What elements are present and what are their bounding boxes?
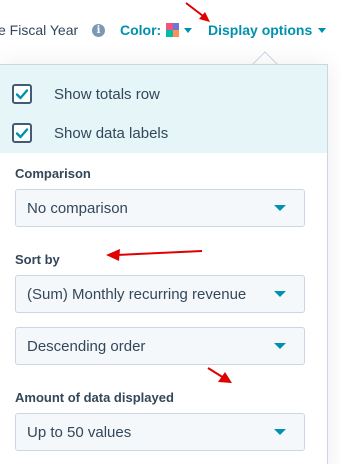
checkmark-icon bbox=[15, 89, 29, 100]
report-toolbar: e Fiscal Year i Color: Display options bbox=[0, 0, 340, 64]
show-data-labels-checkbox[interactable] bbox=[12, 123, 32, 143]
swatch-cell bbox=[172, 23, 180, 30]
chevron-down-icon bbox=[318, 27, 327, 33]
sort-by-field-value: (Sum) Monthly recurring revenue bbox=[27, 285, 247, 303]
amount-of-data-select[interactable]: Up to 50 values bbox=[15, 413, 305, 451]
checkbox-section: Show totals row Show data labels bbox=[0, 65, 327, 153]
comparison-select[interactable]: No comparison bbox=[15, 189, 305, 227]
show-totals-row-label: Show totals row bbox=[54, 85, 160, 103]
chevron-down-icon bbox=[184, 27, 193, 33]
comparison-label: Comparison bbox=[15, 166, 91, 181]
sort-by-field-select[interactable]: (Sum) Monthly recurring revenue bbox=[15, 275, 305, 313]
show-data-labels-label: Show data labels bbox=[54, 124, 169, 142]
chevron-down-icon bbox=[274, 291, 286, 297]
color-swatch-icon bbox=[166, 23, 180, 37]
comparison-value: No comparison bbox=[27, 199, 128, 217]
display-options-button[interactable]: Display options bbox=[208, 22, 327, 38]
info-icon[interactable]: i bbox=[92, 24, 105, 37]
fiscal-year-label: e Fiscal Year bbox=[0, 22, 79, 38]
amount-of-data-value: Up to 50 values bbox=[27, 423, 132, 441]
chevron-down-icon bbox=[274, 429, 286, 435]
checkmark-icon bbox=[15, 128, 29, 139]
display-options-label: Display options bbox=[208, 22, 313, 38]
swatch-cell bbox=[172, 30, 180, 37]
show-totals-row-option[interactable]: Show totals row bbox=[12, 83, 160, 105]
display-options-panel: Show totals row Show data labels Compari… bbox=[0, 64, 328, 464]
sort-order-select[interactable]: Descending order bbox=[15, 327, 305, 365]
chevron-down-icon bbox=[274, 343, 286, 349]
sort-by-label: Sort by bbox=[15, 252, 60, 267]
sort-order-value: Descending order bbox=[27, 337, 146, 355]
show-data-labels-option[interactable]: Show data labels bbox=[12, 122, 168, 144]
color-label: Color: bbox=[120, 22, 162, 38]
show-totals-row-checkbox[interactable] bbox=[12, 84, 32, 104]
color-picker-button[interactable]: Color: bbox=[120, 22, 193, 38]
chevron-down-icon bbox=[274, 205, 286, 211]
amount-of-data-label: Amount of data displayed bbox=[15, 390, 174, 405]
